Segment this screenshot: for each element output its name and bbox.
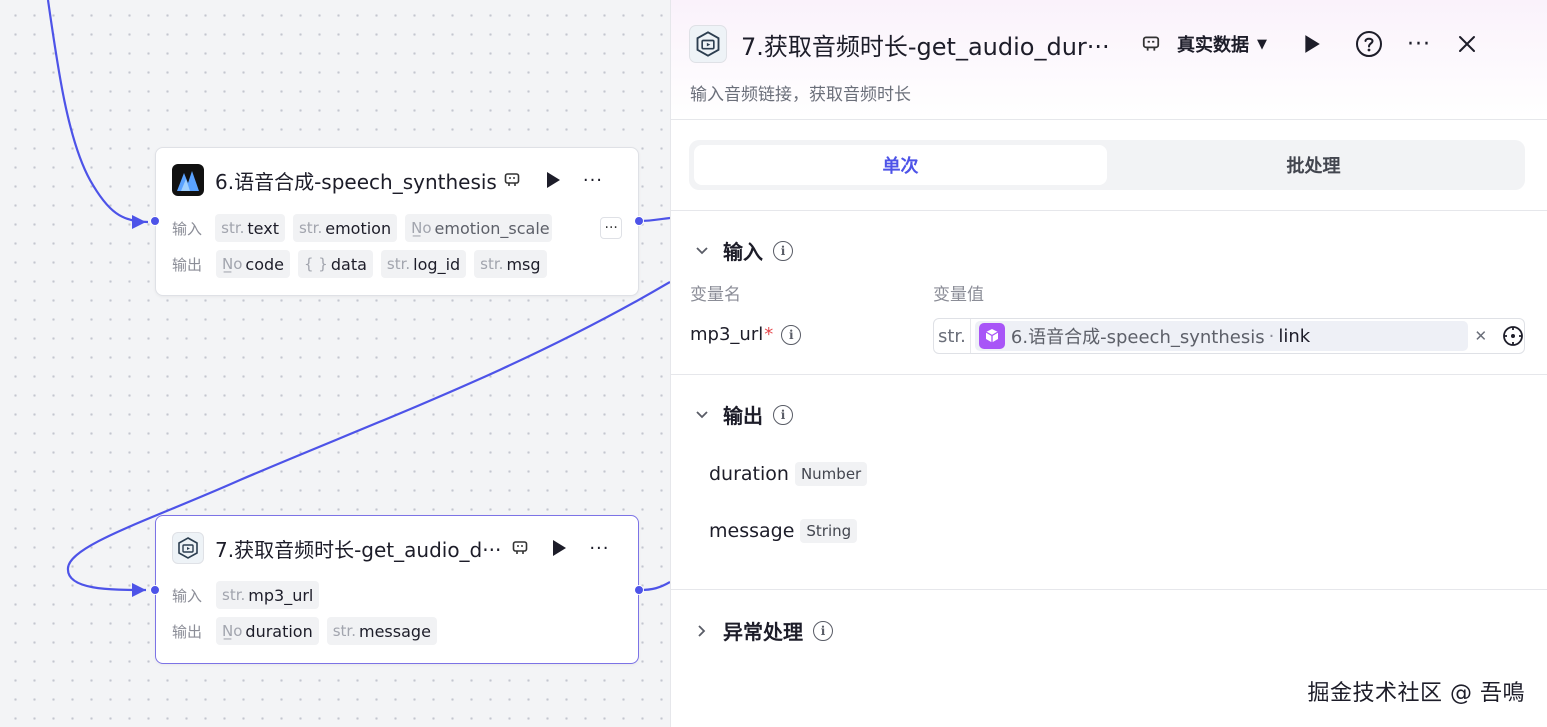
output-tag-duration: N̲o duration — [216, 617, 319, 645]
watermark: 掘金技术社区 @ 吾鳴 — [1307, 681, 1525, 706]
input-section-title: 输入 — [723, 240, 763, 264]
node-inputs-row: 输入 str. text str. emotion N̲o emotion_scale… — [156, 210, 638, 246]
info-icon[interactable]: i — [773, 404, 793, 425]
workflow-canvas[interactable]: 6.语音合成-speech_synthesis ··· 输入 str. text … — [0, 0, 670, 727]
debug-icon[interactable] — [511, 539, 529, 557]
cube-icon — [978, 323, 1005, 349]
variable-value-field[interactable]: str. 6.语音合成-speech_synthesis · link ✕ — [933, 318, 1525, 354]
variable-reference-chip[interactable]: 6.语音合成-speech_synthesis · link — [974, 321, 1469, 351]
node6-input-port[interactable] — [150, 216, 160, 226]
divider — [671, 374, 1547, 375]
output-field-name: duration — [709, 463, 789, 485]
node-header: 7.获取音频时长-get_audio_d··· ··· — [156, 516, 638, 580]
output-field-duration: duration Number — [709, 462, 868, 486]
more-icon[interactable]: ··· — [589, 538, 609, 559]
output-tag-log-id: str. log_id — [380, 250, 467, 278]
edge-node6-out — [639, 216, 670, 223]
node-get-audio-duration[interactable]: 7.获取音频时长-get_audio_d··· ··· 输入 str. mp3_u… — [150, 515, 644, 664]
node-outputs-row: 输出 N̲o code { } data str. log_id str. msg — [156, 246, 638, 282]
variable-type-select[interactable]: str. — [934, 319, 971, 353]
node-title: 6.语音合成-speech_synthesis — [215, 169, 497, 194]
more-inputs-button[interactable]: ··· — [600, 217, 622, 239]
more-icon[interactable]: ··· — [1407, 32, 1431, 57]
node-outputs-row: 输出 N̲o duration str. message — [156, 613, 638, 649]
debug-icon[interactable] — [503, 171, 521, 189]
output-field-type: Number — [794, 462, 868, 486]
output-tag-code: N̲o code — [216, 250, 290, 278]
audio-duration-icon — [689, 25, 727, 63]
divider — [671, 589, 1547, 590]
node-config-panel: 7.获取音频时长-get_audio_dur··· 真实数据 ▼ ··· 输入音… — [670, 0, 1547, 727]
inputs-label: 输入 — [172, 586, 203, 605]
info-icon[interactable]: i — [773, 240, 793, 261]
output-field-name: message — [709, 520, 795, 542]
node-header: 6.语音合成-speech_synthesis ··· — [156, 148, 638, 212]
required-mark: * — [764, 324, 774, 345]
output-tag-message: str. message — [326, 617, 437, 645]
chevron-down-icon — [691, 246, 713, 256]
outputs-label: 输出 — [172, 622, 203, 641]
speech-synthesis-icon — [172, 164, 204, 196]
caret-down-icon: ▼ — [1257, 36, 1267, 52]
col-header-value: 变量值 — [933, 285, 984, 305]
help-icon[interactable] — [1355, 30, 1383, 58]
run-node-icon[interactable] — [551, 539, 567, 557]
output-tag-msg: str. msg — [474, 250, 547, 278]
output-section-title: 输出 — [723, 404, 763, 428]
input-tag-emotion-scale: N̲o emotion_scale — [405, 214, 553, 242]
output-tag-data: { } data — [298, 250, 373, 278]
reference-separator: · — [1268, 325, 1275, 347]
node-title: 7.获取音频时长-get_audio_d··· — [215, 537, 502, 562]
panel-title[interactable]: 7.获取音频时长-get_audio_dur··· — [741, 27, 1131, 62]
tab-single[interactable]: 单次 — [694, 145, 1107, 185]
node7-input-port[interactable] — [150, 585, 160, 595]
clear-icon[interactable]: ✕ — [1474, 327, 1490, 345]
output-section-header[interactable]: 输出 i — [691, 400, 793, 429]
run-mode-tabs: 单次 批处理 — [689, 140, 1525, 190]
node-inputs-row: 输入 str. mp3_url — [156, 577, 638, 613]
mode-select-value: 真实数据 — [1177, 35, 1249, 56]
input-tag-text: str. text — [215, 214, 285, 242]
error-section-title: 异常处理 — [723, 620, 803, 644]
more-icon[interactable]: ··· — [583, 170, 603, 191]
chevron-down-icon — [691, 410, 713, 420]
inputs-label: 输入 — [172, 219, 203, 238]
edge-arrow-node7 — [132, 583, 146, 597]
reference-field: link — [1278, 325, 1311, 347]
debug-icon[interactable] — [1141, 34, 1161, 54]
edge-incoming-to-node6 — [46, 0, 149, 224]
input-section-header[interactable]: 输入 i — [691, 236, 793, 265]
output-field-type: String — [800, 519, 858, 543]
variable-picker-icon[interactable] — [1502, 325, 1524, 347]
info-icon[interactable]: i — [781, 324, 802, 345]
node-speech-synthesis[interactable]: 6.语音合成-speech_synthesis ··· 输入 str. text … — [150, 147, 644, 296]
divider — [671, 210, 1547, 211]
variable-name: mp3_url * i — [690, 324, 802, 345]
input-tag-emotion: str. emotion — [292, 214, 398, 242]
col-header-name: 变量名 — [690, 285, 741, 305]
edge-node7-out — [639, 581, 670, 592]
chevron-right-icon — [691, 624, 713, 638]
node7-output-port[interactable] — [634, 585, 644, 595]
run-node-icon[interactable] — [1303, 34, 1321, 54]
input-tag-mp3-url: str. mp3_url — [216, 581, 320, 609]
panel-header-area: 7.获取音频时长-get_audio_dur··· 真实数据 ▼ ··· 输入音… — [671, 0, 1547, 120]
run-node-icon[interactable] — [545, 171, 561, 189]
audio-duration-icon — [172, 532, 204, 564]
outputs-label: 输出 — [172, 255, 203, 274]
edge-arrow-node6 — [132, 215, 146, 229]
panel-header: 7.获取音频时长-get_audio_dur··· 真实数据 ▼ ··· — [689, 22, 1529, 66]
variable-name-label: mp3_url — [690, 324, 764, 345]
tab-batch[interactable]: 批处理 — [1107, 145, 1520, 185]
panel-description: 输入音频链接，获取音频时长 — [690, 85, 911, 105]
close-icon[interactable] — [1457, 34, 1477, 54]
error-section-header[interactable]: 异常处理 i — [691, 616, 833, 645]
output-field-message: message String — [709, 519, 858, 543]
info-icon[interactable]: i — [813, 620, 833, 641]
reference-source: 6.语音合成-speech_synthesis — [1010, 327, 1265, 348]
mode-select[interactable]: 真实数据 ▼ — [1177, 31, 1267, 57]
node6-output-port[interactable] — [634, 216, 644, 226]
